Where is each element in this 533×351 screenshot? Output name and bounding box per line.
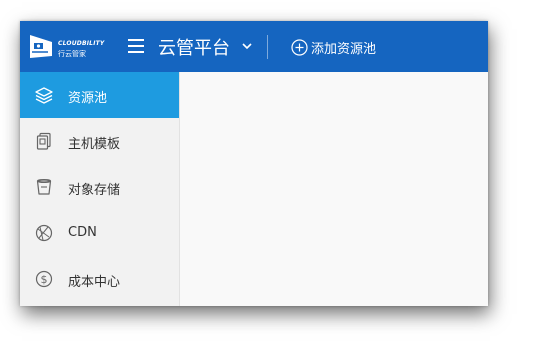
sidebar-item-cdn[interactable]: CDN <box>20 210 179 256</box>
chevron-down-icon[interactable] <box>242 42 252 50</box>
cloudbility-logo <box>30 35 52 58</box>
sidebar-item-label: 主机模板 <box>68 137 121 152</box>
top-bar: CLOUDBILITY 行云管家 云管平台 添加资源池 <box>20 21 488 72</box>
sidebar: 资源池 主机模板 对象存储 CDN $ 成本中心 <box>20 72 180 306</box>
add-resource-pool-label: 添加资源池 <box>311 41 377 57</box>
globe-icon <box>35 224 53 242</box>
sidebar-item-label: CDN <box>68 225 97 240</box>
sidebar-item-resource-pool[interactable]: 资源池 <box>20 72 179 118</box>
brand-name-cn: 行云管家 <box>58 50 86 58</box>
platform-title[interactable]: 云管平台 <box>158 34 230 60</box>
sidebar-item-label: 资源池 <box>68 91 108 106</box>
svg-text:$: $ <box>41 273 48 286</box>
plus-circle-icon <box>291 38 308 56</box>
sidebar-item-object-storage[interactable]: 对象存储 <box>20 164 179 210</box>
layers-icon <box>35 87 53 104</box>
menu-toggle-button[interactable] <box>128 39 144 53</box>
host-template-icon <box>36 132 51 150</box>
sidebar-item-cost-center[interactable]: $ 成本中心 <box>20 256 179 302</box>
dollar-icon: $ <box>35 270 53 288</box>
main-content-area <box>180 72 488 306</box>
app-window: CLOUDBILITY 行云管家 云管平台 添加资源池 资源池 主机模板 对象存… <box>20 21 488 306</box>
header-divider <box>267 35 268 59</box>
bucket-icon <box>36 178 52 195</box>
sidebar-item-label: 对象存储 <box>68 183 121 198</box>
sidebar-item-label: 成本中心 <box>68 275 121 290</box>
brand-name-en: CLOUDBILITY <box>58 40 105 47</box>
sidebar-item-host-template[interactable]: 主机模板 <box>20 118 179 164</box>
add-resource-pool-button[interactable]: 添加资源池 <box>291 37 376 57</box>
